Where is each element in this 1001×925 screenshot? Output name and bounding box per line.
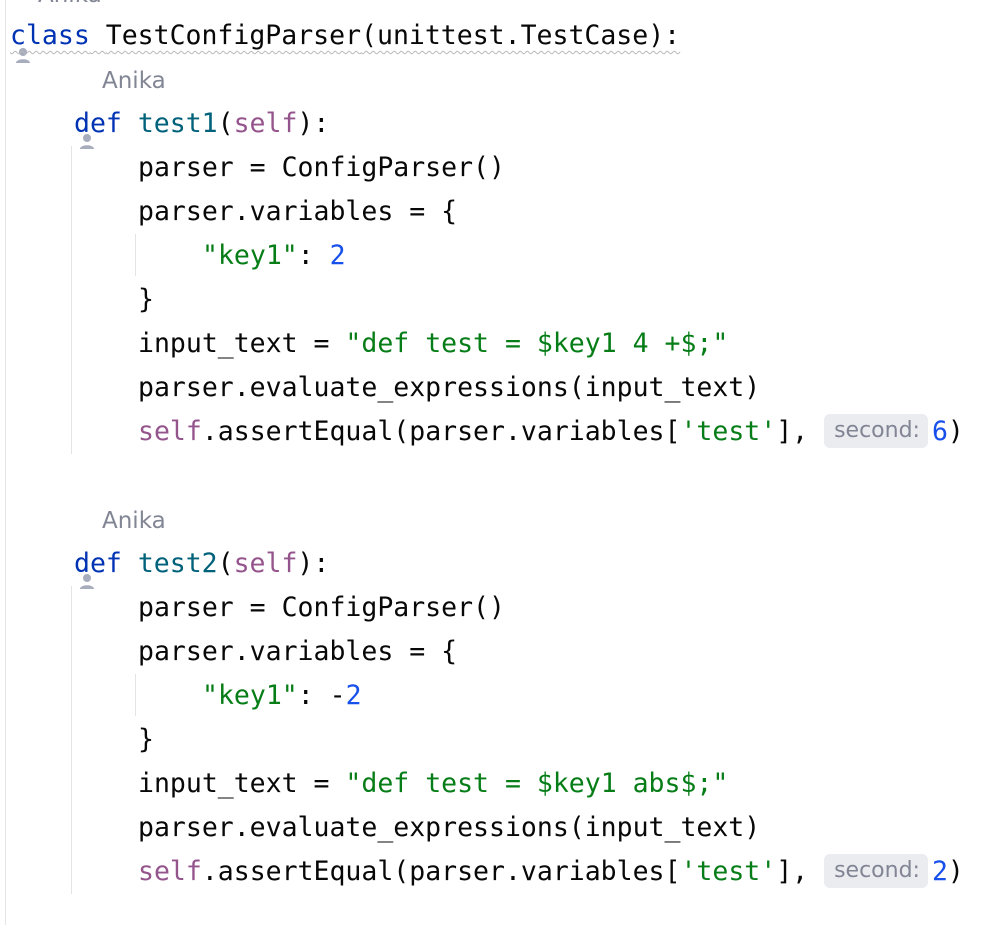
function-name: test2 (137, 548, 218, 579)
code-line[interactable]: self.assertEqual(parser.variables['test'… (138, 410, 964, 454)
self-ref: self (138, 416, 202, 447)
code-text: ) (947, 856, 964, 887)
indent-guide (71, 146, 72, 454)
code-line[interactable]: input_text = "def test = $key1 abs$;" (138, 762, 728, 806)
function-name: test1 (137, 108, 218, 139)
dict-value: 2 (345, 680, 362, 711)
code-text: parser.variables = { (138, 636, 458, 667)
author-name: Anika (102, 508, 166, 534)
code-text: } (138, 284, 154, 315)
code-text: input_text = (138, 768, 346, 799)
code-line[interactable]: "key1": 2 (202, 234, 346, 278)
code-text: parser.variables = { (138, 196, 458, 227)
person-icon (78, 512, 96, 589)
string-literal: 'test' (680, 856, 777, 887)
indent-guide (135, 234, 136, 276)
code-editor[interactable]: Anika class TestConfigParser(unittest.Te… (0, 0, 1001, 925)
string-literal: "def test = $key1 abs$;" (345, 768, 729, 799)
def-keyword: def (74, 108, 122, 139)
code-text: input_text = (138, 328, 346, 359)
code-line[interactable]: parser.evaluate_expressions(input_text) (138, 366, 760, 410)
code-line[interactable]: parser = ConfigParser() (138, 586, 505, 630)
code-text: ) (947, 416, 964, 447)
author-name: Anika (102, 68, 166, 94)
self-param: self (233, 548, 298, 579)
code-line[interactable]: parser.evaluate_expressions(input_text) (138, 806, 760, 850)
author-hint-test2[interactable]: Anika (78, 506, 166, 589)
test2-def-line[interactable]: def test2(self): (74, 542, 329, 586)
self-param: self (233, 108, 298, 139)
person-icon (14, 0, 32, 63)
test1-def-line[interactable]: def test1(self): (74, 102, 329, 146)
code-line[interactable]: "key1": -2 (202, 674, 362, 718)
code-text: ], (776, 416, 825, 447)
self-ref: self (138, 856, 202, 887)
dict-value: 2 (329, 240, 346, 271)
author-hint-test1[interactable]: Anika (78, 66, 166, 149)
code-line[interactable]: parser.variables = { (138, 630, 457, 674)
indent-guide (71, 586, 72, 894)
code-text: .assertEqual(parser.variables[ (201, 856, 681, 887)
dict-key: "key1" (202, 680, 298, 711)
colon: : (297, 240, 330, 271)
code-line[interactable]: } (138, 718, 154, 762)
code-line[interactable]: parser = ConfigParser() (138, 146, 505, 190)
person-icon (78, 72, 96, 149)
code-text: parser = ConfigParser() (138, 592, 505, 623)
class-keyword: class (10, 20, 90, 51)
indent-guide (5, 0, 6, 925)
code-line[interactable]: parser.variables = { (138, 190, 457, 234)
author-hint-top[interactable]: Anika (14, 0, 102, 63)
expected-value: 2 (931, 856, 948, 887)
parameter-hint: second: (824, 413, 928, 448)
class-declaration-line[interactable]: class TestConfigParser(unittest.TestCase… (10, 14, 680, 58)
minus-sign: - (329, 680, 346, 711)
code-text: ], (776, 856, 825, 887)
indent-guide (135, 674, 136, 716)
code-text: parser = ConfigParser() (138, 152, 505, 183)
string-literal: "def test = $key1 4 +$;" (345, 328, 729, 359)
code-line[interactable]: self.assertEqual(parser.variables['test'… (138, 850, 964, 894)
expected-value: 6 (931, 416, 948, 447)
code-text: .assertEqual(parser.variables[ (201, 416, 681, 447)
parameter-hint: second: (824, 853, 928, 888)
dict-key: "key1" (202, 240, 298, 271)
code-text: } (138, 724, 154, 755)
class-name: TestConfigParser (105, 20, 362, 51)
author-name: Anika (38, 0, 102, 10)
code-line[interactable]: } (138, 278, 154, 322)
string-literal: 'test' (680, 416, 777, 447)
class-args: (unittest.TestCase): (361, 20, 681, 51)
code-text: parser.evaluate_expressions(input_text) (138, 812, 761, 843)
colon: : (297, 680, 330, 711)
code-line[interactable]: input_text = "def test = $key1 4 +$;" (138, 322, 728, 366)
code-text: parser.evaluate_expressions(input_text) (138, 372, 761, 403)
def-keyword: def (74, 548, 122, 579)
